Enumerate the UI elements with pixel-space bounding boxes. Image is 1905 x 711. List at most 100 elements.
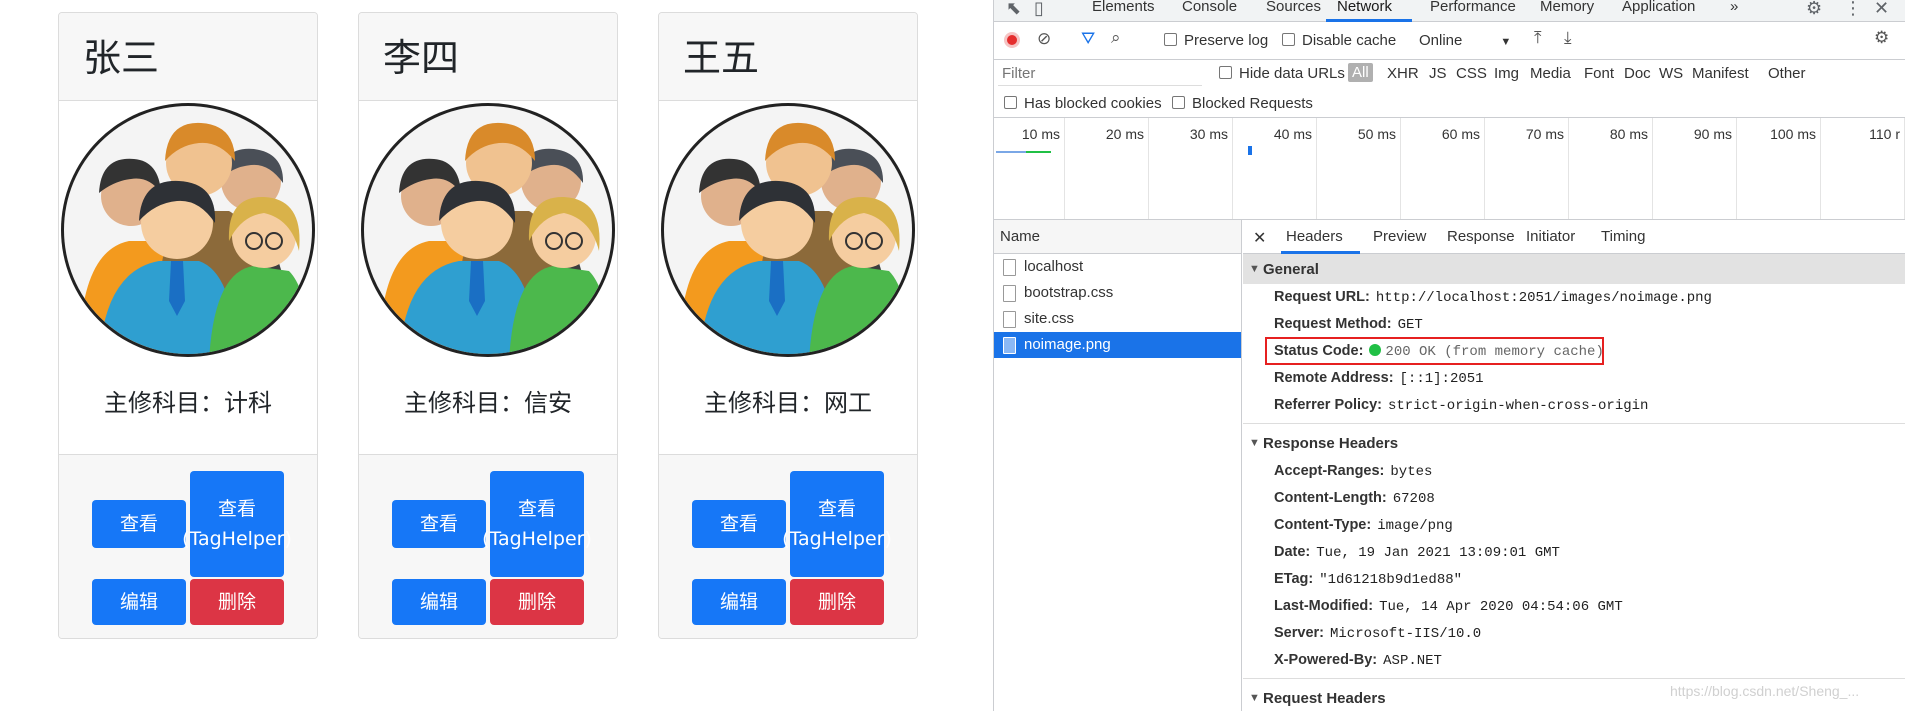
card-body: 主修科目：计科 (59, 101, 317, 455)
blocked-bar: Has blocked cookies Blocked Requests (994, 90, 1905, 118)
timeline-tick-label: 90 ms (1693, 126, 1732, 142)
timeline-overview[interactable]: 10 ms 20 ms 30 ms 40 ms 50 ms 60 ms 70 ms 80 ms… (994, 118, 1905, 220)
filter-input[interactable] (998, 62, 1202, 86)
header-row: Date: Tue, 19 Jan 2021 13:09:01 GMT (1274, 544, 1560, 561)
request-row[interactable]: bootstrap.css (994, 280, 1241, 306)
major-text: 主修科目：信安 (404, 389, 572, 417)
import-har-icon[interactable]: ⤒ (1534, 28, 1542, 48)
response-headers-section-header[interactable]: ▼ Response Headers (1243, 428, 1905, 458)
card-body: 主修科目：信安 (359, 101, 617, 455)
filter-type-img[interactable]: Img (1494, 65, 1519, 82)
tab-performance[interactable]: Performance (1430, 0, 1516, 15)
collapse-triangle-icon: ▼ (1249, 263, 1260, 275)
tab-headers[interactable]: Headers (1286, 228, 1343, 245)
major-text: 主修科目：网工 (704, 389, 872, 417)
student-card: 李四 主修科目：信安 查看 查看 (TagHelper) 编辑 删除 (358, 12, 618, 639)
timeline-request-bar (1248, 146, 1252, 155)
hide-data-urls-checkbox[interactable]: Hide data URLs (1219, 65, 1345, 82)
request-row[interactable]: site.css (994, 306, 1241, 332)
more-tabs-icon[interactable]: » (1730, 0, 1738, 15)
filter-icon[interactable]: ⛛ (1081, 29, 1095, 49)
timeline-tick-label: 10 ms (1021, 126, 1060, 142)
delete-button[interactable]: 删除 (790, 579, 884, 625)
highlight-annotation-box (1265, 337, 1604, 365)
view-button[interactable]: 查看 (92, 500, 186, 548)
timeline-tick-label: 50 ms (1357, 126, 1396, 142)
name-column-header[interactable]: Name (994, 220, 1241, 254)
edit-button[interactable]: 编辑 (92, 579, 186, 625)
student-name: 张三 (59, 13, 317, 101)
view-taghelper-button[interactable]: 查看 (TagHelper) (182, 471, 292, 577)
network-settings-icon[interactable]: ⚙ (1874, 28, 1889, 48)
student-card: 张三 主修科目：计科 查看 查看 (TagHelper) 编辑 删除 (58, 12, 318, 639)
timeline-tick-label: 70 ms (1525, 126, 1564, 142)
delete-button[interactable]: 删除 (490, 579, 584, 625)
edit-button[interactable]: 编辑 (692, 579, 786, 625)
tab-application[interactable]: Application (1622, 0, 1695, 15)
general-section-header[interactable]: ▼ General (1243, 254, 1905, 284)
settings-gear-icon[interactable]: ⚙ (1806, 0, 1822, 19)
filter-type-doc[interactable]: Doc (1624, 65, 1651, 82)
tab-elements[interactable]: Elements (1092, 0, 1155, 15)
view-button[interactable]: 查看 (692, 500, 786, 548)
tab-preview[interactable]: Preview (1373, 228, 1426, 245)
header-row: Server: Microsoft-IIS/10.0 (1274, 625, 1482, 642)
collapse-triangle-icon: ▼ (1249, 437, 1260, 449)
file-icon (1003, 285, 1016, 302)
view-taghelper-button[interactable]: 查看 (TagHelper) (782, 471, 892, 577)
detail-tabbar: ✕ Headers Preview Response Initiator Tim… (1243, 220, 1905, 254)
disable-cache-checkbox[interactable]: Disable cache (1282, 32, 1396, 49)
delete-button[interactable]: 删除 (190, 579, 284, 625)
throttle-select[interactable]: Online ▼ (1419, 32, 1511, 49)
timeline-request-bar (1026, 151, 1051, 153)
filter-type-other[interactable]: Other (1768, 65, 1806, 82)
tab-initiator[interactable]: Initiator (1526, 228, 1575, 245)
request-row[interactable]: localhost (994, 254, 1241, 280)
filter-type-ws[interactable]: WS (1659, 65, 1683, 82)
filter-bar: Hide data URLs All XHR JS CSS Img Media … (994, 60, 1905, 90)
major-text: 主修科目：计科 (104, 389, 272, 417)
record-icon[interactable] (1004, 32, 1020, 48)
watermark: https://blog.csdn.net/Sheng_... (1670, 683, 1860, 699)
tab-network[interactable]: Network (1337, 0, 1392, 15)
close-devtools-icon[interactable]: ✕ (1874, 0, 1889, 19)
filter-type-all[interactable]: All (1348, 63, 1373, 82)
filter-type-manifest[interactable]: Manifest (1692, 65, 1749, 82)
devtools-panel: ⬉ ▯ Elements Console Sources Network Per… (993, 0, 1905, 711)
more-options-icon[interactable]: ⋮ (1844, 0, 1862, 19)
filter-type-js[interactable]: JS (1429, 65, 1447, 82)
clear-icon[interactable]: ⊘ (1037, 29, 1051, 49)
student-name: 李四 (359, 13, 617, 101)
file-icon (1003, 311, 1016, 328)
inspect-cursor-icon[interactable]: ⬉ (1006, 0, 1021, 19)
device-toggle-icon[interactable]: ▯ (1034, 0, 1044, 19)
tab-sources[interactable]: Sources (1266, 0, 1321, 15)
timeline-tick-label: 20 ms (1105, 126, 1144, 142)
filter-type-css[interactable]: CSS (1456, 65, 1487, 82)
close-detail-icon[interactable]: ✕ (1253, 228, 1266, 248)
has-blocked-cookies-checkbox[interactable]: Has blocked cookies (1004, 95, 1162, 112)
devtools-tabbar: ⬉ ▯ Elements Console Sources Network Per… (994, 0, 1905, 22)
card-footer: 查看 查看 (TagHelper) 编辑 删除 (359, 455, 617, 638)
tab-response[interactable]: Response (1447, 228, 1515, 245)
filter-type-media[interactable]: Media (1530, 65, 1571, 82)
tab-timing[interactable]: Timing (1601, 228, 1645, 245)
view-button[interactable]: 查看 (392, 500, 486, 548)
preserve-log-checkbox[interactable]: Preserve log (1164, 32, 1268, 49)
header-row: Request Method: GET (1274, 316, 1423, 333)
chevron-down-icon: ▼ (1500, 36, 1512, 48)
export-har-icon[interactable]: ⤓ (1564, 28, 1572, 48)
view-taghelper-button[interactable]: 查看 (TagHelper) (482, 471, 592, 577)
group-avatar-icon (661, 103, 915, 357)
document-icon (1003, 259, 1016, 276)
filter-type-font[interactable]: Font (1584, 65, 1614, 82)
tab-memory[interactable]: Memory (1540, 0, 1594, 15)
timeline-tick-label: 100 ms (1770, 126, 1816, 142)
timeline-request-bar (996, 151, 1026, 153)
search-icon[interactable]: ⌕ (1111, 28, 1121, 48)
blocked-requests-checkbox[interactable]: Blocked Requests (1172, 95, 1313, 112)
tab-console[interactable]: Console (1182, 0, 1237, 15)
request-row-selected[interactable]: noimage.png (994, 332, 1241, 358)
filter-type-xhr[interactable]: XHR (1387, 65, 1419, 82)
edit-button[interactable]: 编辑 (392, 579, 486, 625)
